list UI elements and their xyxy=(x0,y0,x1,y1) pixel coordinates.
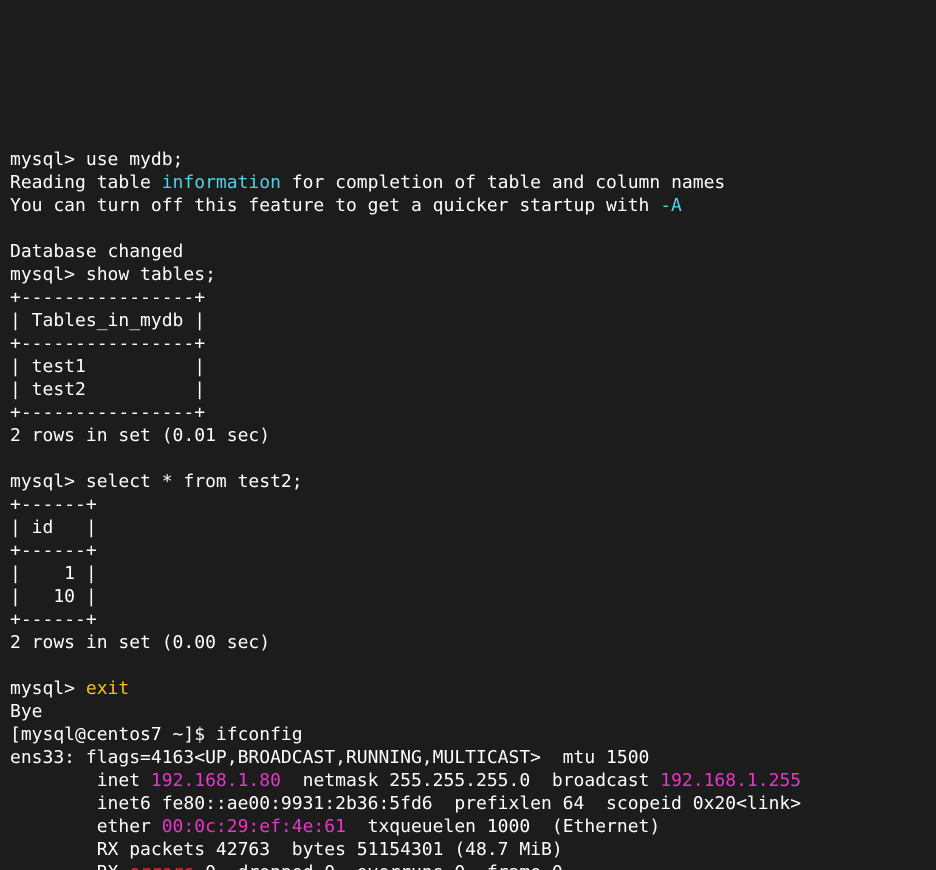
cmd-ifconfig: ifconfig xyxy=(216,724,303,745)
table-row: | test2 | xyxy=(10,379,205,400)
ifconfig-ether-lead: ether xyxy=(10,816,162,837)
cmd-show-tables: show tables; xyxy=(86,264,216,285)
cmd-exit: exit xyxy=(86,678,129,699)
table-row: | 10 | xyxy=(10,586,97,607)
ifconfig-inet6: inet6 fe80::ae00:9931:2b36:5fd6 prefixle… xyxy=(10,793,801,814)
ifconfig-rx-packets: RX packets 42763 bytes 51154301 (48.7 Mi… xyxy=(10,839,563,860)
table-header: | Tables_in_mydb | xyxy=(10,310,205,331)
table-border: +------+ xyxy=(10,540,97,561)
mysql-prompt: mysql> xyxy=(10,264,86,285)
ifconfig-rx-err-lead: RX xyxy=(10,862,129,870)
ifconfig-inet-lead: inet xyxy=(10,770,151,791)
turnoff-text: You can turn off this feature to get a q… xyxy=(10,195,660,216)
reading-text: Reading table xyxy=(10,172,162,193)
mysql-prompt: mysql> xyxy=(10,471,86,492)
information-word: information xyxy=(162,172,281,193)
db-changed: Database changed xyxy=(10,241,183,262)
errors-word: errors xyxy=(129,862,194,870)
table-header: | id | xyxy=(10,517,97,538)
shell-prompt: [mysql@centos7 ~]$ xyxy=(10,724,216,745)
table-row: | 1 | xyxy=(10,563,97,584)
cmd-use-mydb: use mydb; xyxy=(86,149,184,170)
cmd-select: select * from test2; xyxy=(86,471,303,492)
mysql-prompt: mysql> xyxy=(10,149,86,170)
ifconfig-ether-tail: txqueuelen 1000 (Ethernet) xyxy=(346,816,660,837)
ifconfig-inet-mid: netmask 255.255.255.0 broadcast xyxy=(281,770,660,791)
mysql-prompt: mysql> xyxy=(10,678,86,699)
table-border: +----------------+ xyxy=(10,333,205,354)
table-border: +------+ xyxy=(10,609,97,630)
table-border: +----------------+ xyxy=(10,287,205,308)
broadcast-address: 192.168.1.255 xyxy=(660,770,801,791)
ip-address: 192.168.1.80 xyxy=(151,770,281,791)
terminal-output[interactable]: mysql> use mydb; Reading table informati… xyxy=(0,115,936,870)
table-border: +------+ xyxy=(10,494,97,515)
result-summary: 2 rows in set (0.01 sec) xyxy=(10,425,270,446)
table-row: | test1 | xyxy=(10,356,205,377)
flag-a: -A xyxy=(660,195,682,216)
ifconfig-rx-err-tail: 0 dropped 0 overruns 0 frame 0 xyxy=(194,862,562,870)
bye-text: Bye xyxy=(10,701,43,722)
table-border: +----------------+ xyxy=(10,402,205,423)
result-summary: 2 rows in set (0.00 sec) xyxy=(10,632,270,653)
ifconfig-flags: ens33: flags=4163<UP,BROADCAST,RUNNING,M… xyxy=(10,747,649,768)
mac-address: 00:0c:29:ef:4e:61 xyxy=(162,816,346,837)
reading-text-2: for completion of table and column names xyxy=(281,172,725,193)
